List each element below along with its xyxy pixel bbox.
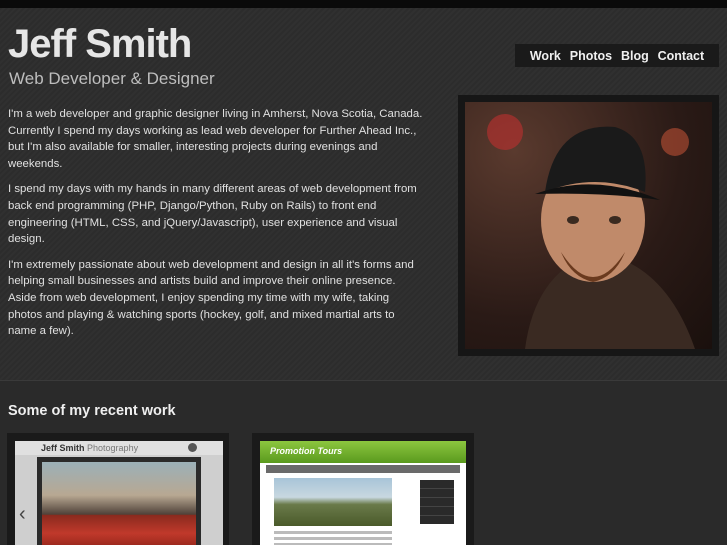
bio-paragraph: I'm a web developer and graphic designer… (8, 108, 423, 170)
thumbnail-photo-frame (37, 457, 201, 545)
thumbnail-title-light: Photography (87, 443, 139, 453)
landscape-photo (274, 478, 392, 526)
thumbnail-sidebar-item (420, 489, 454, 498)
thumbnail-sidebar-item (420, 480, 454, 489)
site-name[interactable]: Jeff Smith (8, 22, 192, 67)
profile-photo (465, 102, 712, 349)
nav-photos[interactable]: Photos (570, 49, 612, 63)
thumbnail-sidebar (420, 480, 454, 524)
profile-photo-frame (458, 95, 719, 356)
nav-blog[interactable]: Blog (621, 49, 649, 63)
thumbnail-site-banner: Promotion Tours (260, 441, 466, 463)
site-tagline: Web Developer & Designer (9, 69, 215, 88)
nav-work[interactable]: Work (530, 49, 561, 63)
nav-contact[interactable]: Contact (658, 49, 705, 63)
thumbnail-text-block (274, 531, 392, 545)
thumbnail-site-title: Promotion Tours (270, 446, 343, 456)
chevron-left-icon[interactable]: ‹ (19, 503, 26, 526)
bio-paragraph: I'm extremely passionate about web devel… (8, 258, 414, 338)
top-bar (0, 0, 727, 8)
car-photo (42, 462, 196, 545)
work-item-card[interactable]: Promotion Tours (252, 433, 474, 545)
bio-paragraph: I spend my days with my hands in many di… (8, 183, 417, 246)
thumbnail-nav-bar (266, 465, 460, 473)
bio-text: I'm a web developer and graphic designer… (8, 106, 423, 349)
thumbnail-title-bold: Jeff Smith (41, 443, 85, 453)
work-item-thumbnail[interactable]: Jeff Smith Photography ‹ (15, 441, 223, 545)
work-item-card[interactable]: Jeff Smith Photography ‹ (7, 433, 229, 545)
search-icon (188, 443, 197, 452)
thumbnail-sidebar-item (420, 507, 454, 516)
thumbnail-sidebar-item (420, 498, 454, 507)
recent-work-heading: Some of my recent work (8, 403, 176, 419)
work-item-thumbnail[interactable]: Promotion Tours (260, 441, 466, 545)
main-nav: Work Photos Blog Contact (515, 44, 719, 67)
